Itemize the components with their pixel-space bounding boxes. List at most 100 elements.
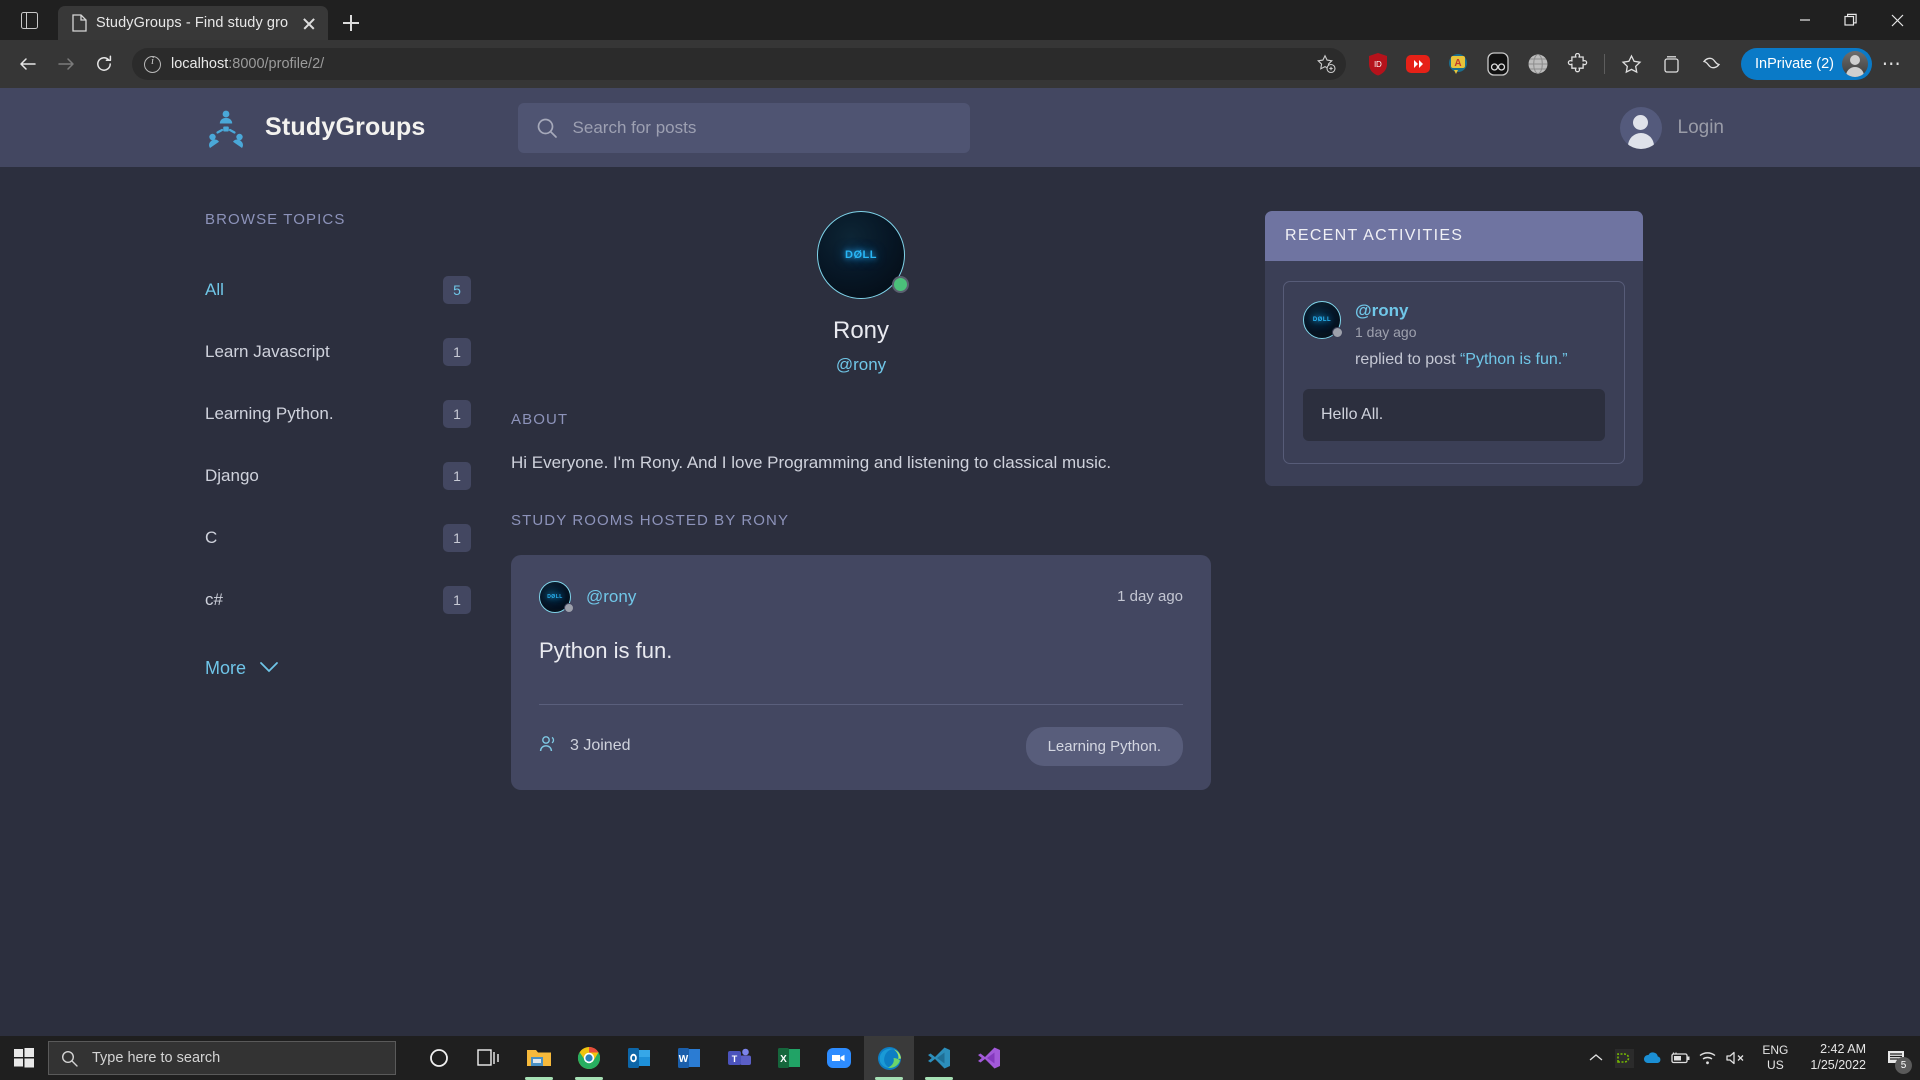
more-label: More [205, 658, 246, 679]
grammarly-extension-icon[interactable] [1478, 44, 1518, 84]
lastpass-extension-icon[interactable]: lD [1358, 44, 1398, 84]
profile-handle: @rony [836, 355, 886, 375]
svg-text:W: W [679, 1054, 689, 1065]
room-card-footer: 3 Joined Learning Python. [539, 727, 1183, 766]
new-tab-button[interactable] [334, 6, 368, 40]
topic-count: 5 [443, 276, 471, 304]
taskbar-search-box[interactable]: Type here to search [48, 1041, 396, 1075]
site-info-icon[interactable] [144, 56, 161, 73]
wifi-icon[interactable] [1694, 1036, 1722, 1080]
sidebar-item-learn-javascript[interactable]: Learn Javascript 1 [205, 321, 471, 383]
page-title: Rony [833, 317, 889, 345]
search-input[interactable] [573, 118, 952, 138]
windows-taskbar: Type here to search [0, 1036, 1920, 1080]
forward-button[interactable] [48, 46, 84, 82]
web-extension-icon[interactable] [1518, 44, 1558, 84]
activity-item[interactable]: DØLL @rony 1 day ago replied to post “Py… [1283, 281, 1625, 464]
offline-status-indicator [1332, 327, 1343, 338]
browser-settings-menu-button[interactable]: ⋯ [1874, 46, 1910, 82]
language-indicator[interactable]: ENG US [1750, 1043, 1800, 1073]
collections-icon[interactable] [1651, 44, 1691, 84]
back-button[interactable] [10, 46, 46, 82]
clock-date: 1/25/2022 [1810, 1058, 1866, 1074]
language-line1: ENG [1762, 1043, 1788, 1058]
activity-post-link[interactable]: “Python is fun.” [1460, 351, 1568, 368]
site-header: StudyGroups Login [0, 88, 1920, 167]
login-link[interactable]: Login [1678, 117, 1725, 139]
inprivate-label: InPrivate (2) [1755, 56, 1834, 72]
refresh-button[interactable] [86, 46, 122, 82]
search-icon [536, 117, 558, 139]
url-path: :8000/profile/2/ [228, 56, 324, 72]
activity-handle[interactable]: @rony [1355, 301, 1408, 320]
page-content: BROWSE TOPICS All 5 Learn Javascript 1 L… [0, 167, 1920, 790]
adblock-extension-icon[interactable]: A [1438, 44, 1478, 84]
room-topic-pill[interactable]: Learning Python. [1026, 727, 1183, 766]
visual-studio-icon[interactable] [964, 1036, 1014, 1080]
task-view-icon[interactable] [464, 1036, 514, 1080]
sidebar-item-c[interactable]: C 1 [205, 507, 471, 569]
close-button[interactable] [1874, 0, 1920, 40]
file-explorer-icon[interactable] [514, 1036, 564, 1080]
browser-tab[interactable]: StudyGroups - Find study groups [58, 6, 328, 40]
profile-header: DØLL Rony @rony [511, 211, 1211, 375]
room-host-handle[interactable]: @rony [586, 587, 636, 607]
room-timestamp: 1 day ago [1117, 588, 1183, 605]
activity-description: replied to post “Python is fun.” [1355, 349, 1605, 371]
address-bar[interactable]: localhost:8000/profile/2/ [132, 48, 1346, 80]
activity-avatar: DØLL [1303, 301, 1341, 339]
maximize-button[interactable] [1828, 0, 1874, 40]
minimize-button[interactable] [1782, 0, 1828, 40]
topic-count: 1 [443, 586, 471, 614]
room-title[interactable]: Python is fun. [539, 638, 1183, 664]
vscode-icon[interactable] [914, 1036, 964, 1080]
battery-charging-icon[interactable] [1666, 1036, 1694, 1080]
web-page: StudyGroups Login BROWSE TOPICS All 5 Le… [0, 88, 1920, 1036]
inprivate-profile-button[interactable]: InPrivate (2) [1741, 48, 1872, 80]
recent-activities-panel: RECENT ACTIVITIES DØLL @rony 1 day ago [1265, 211, 1643, 486]
tab-search-button[interactable] [0, 0, 58, 40]
sidebar-item-all[interactable]: All 5 [205, 259, 471, 321]
sidebar-item-django[interactable]: Django 1 [205, 445, 471, 507]
clock[interactable]: 2:42 AM 1/25/2022 [1800, 1042, 1876, 1073]
zoom-icon[interactable] [814, 1036, 864, 1080]
edge-icon[interactable] [864, 1036, 914, 1080]
avatar-logo-text: DØLL [845, 249, 877, 261]
brand-home-link[interactable]: StudyGroups [205, 107, 426, 149]
cortana-icon[interactable] [414, 1036, 464, 1080]
room-host-avatar: DØLL [539, 581, 571, 613]
activity-meta: @rony 1 day ago replied to post “Python … [1355, 301, 1605, 371]
user-avatar-icon [1620, 107, 1662, 149]
onedrive-icon[interactable] [1638, 1036, 1666, 1080]
more-topics-button[interactable]: More [205, 658, 471, 679]
close-tab-button[interactable] [298, 12, 320, 34]
excel-icon[interactable]: X [764, 1036, 814, 1080]
sidebar-item-csharp[interactable]: c# 1 [205, 569, 471, 631]
add-favorite-icon[interactable] [1312, 50, 1340, 78]
login-area[interactable]: Login [1620, 107, 1725, 149]
puzzle-extensions-icon[interactable] [1558, 44, 1598, 84]
show-hidden-icons-chevron[interactable] [1582, 1036, 1610, 1080]
teams-icon[interactable]: T [714, 1036, 764, 1080]
outlook-icon[interactable] [614, 1036, 664, 1080]
system-tray: ENG US 2:42 AM 1/25/2022 5 [1582, 1036, 1920, 1080]
extension-icons: lD A [1358, 44, 1731, 84]
chrome-icon[interactable] [564, 1036, 614, 1080]
notification-center-button[interactable]: 5 [1876, 1036, 1916, 1080]
word-icon[interactable]: W [664, 1036, 714, 1080]
search-box[interactable] [518, 103, 970, 153]
sidebar-title: BROWSE TOPICS [205, 211, 471, 228]
favorites-icon[interactable] [1611, 44, 1651, 84]
room-card[interactable]: DØLL @rony 1 day ago Python is fun. [511, 555, 1211, 790]
start-button[interactable] [0, 1036, 48, 1080]
topic-label: Learn Javascript [205, 342, 330, 362]
profile-main: DØLL Rony @rony ABOUT Hi Everyone. I'm R… [511, 211, 1211, 790]
video-downloader-extension-icon[interactable] [1398, 44, 1438, 84]
online-status-indicator [892, 276, 909, 293]
studygroups-logo-icon [205, 107, 247, 149]
nvidia-icon[interactable] [1610, 1036, 1638, 1080]
svg-text:A: A [1454, 58, 1461, 69]
browser-essentials-icon[interactable] [1691, 44, 1731, 84]
volume-muted-icon[interactable] [1722, 1036, 1750, 1080]
sidebar-item-learning-python[interactable]: Learning Python. 1 [205, 383, 471, 445]
